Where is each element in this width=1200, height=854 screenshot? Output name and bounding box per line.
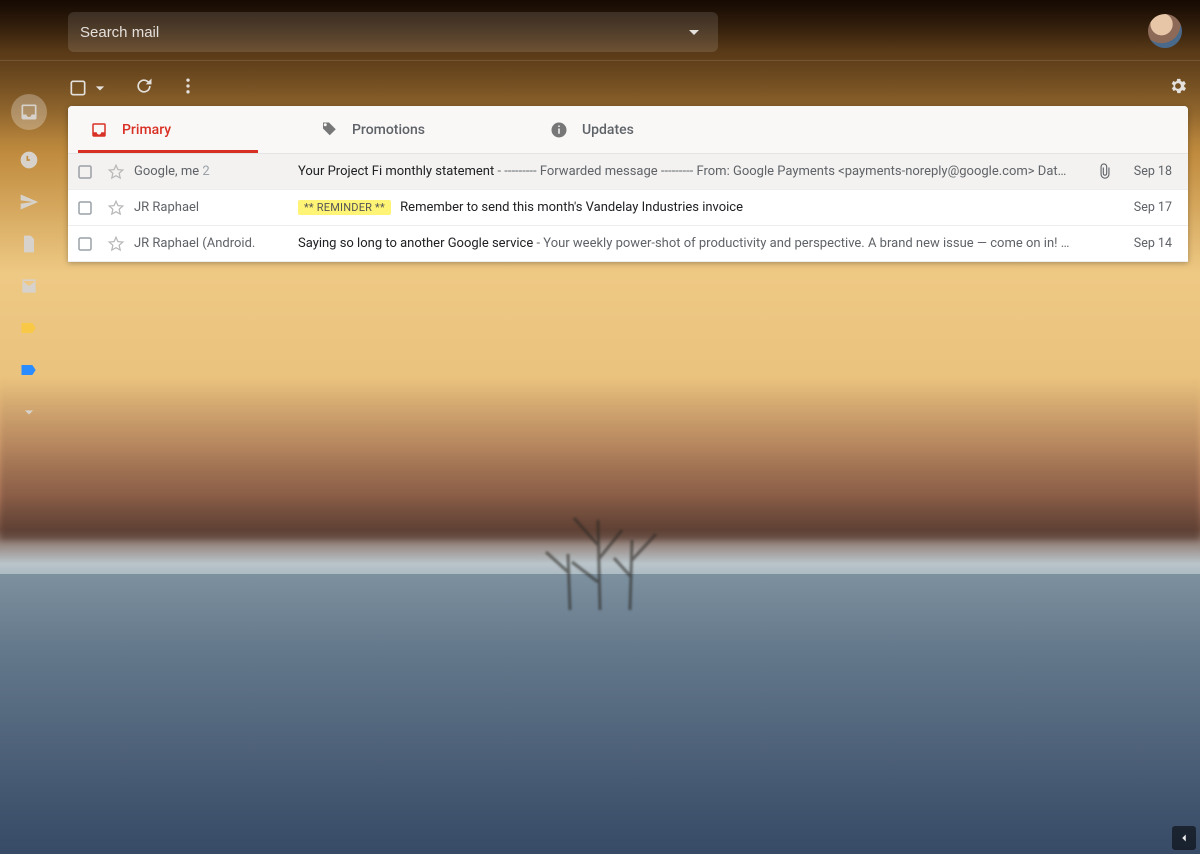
checkbox-icon <box>76 235 94 253</box>
nav-sent[interactable] <box>17 190 41 214</box>
row-star[interactable] <box>102 199 130 217</box>
attachment-icon <box>1096 163 1114 181</box>
message-row[interactable]: JR Raphael ** REMINDER ** Remember to se… <box>68 190 1188 226</box>
account-avatar[interactable] <box>1148 14 1182 48</box>
subject-text: Saying so long to another Google service <box>298 236 533 251</box>
header <box>68 12 1180 52</box>
row-star[interactable] <box>102 235 130 253</box>
nav-label-blue[interactable] <box>17 358 41 382</box>
tag-icon <box>320 121 338 139</box>
separator: - <box>533 236 543 251</box>
star-icon <box>107 199 125 217</box>
nav-label-yellow[interactable] <box>17 316 41 340</box>
mail-icon <box>19 276 39 296</box>
label-icon <box>19 318 39 338</box>
attachment-indicator <box>1090 163 1120 181</box>
row-checkbox[interactable] <box>68 235 102 253</box>
file-icon <box>19 234 39 254</box>
mail-pane: Primary Promotions Updates Google, me 2 … <box>68 106 1188 262</box>
settings-button[interactable] <box>1168 76 1188 100</box>
refresh-button[interactable] <box>134 76 154 100</box>
select-all-control[interactable] <box>68 78 110 98</box>
sender-text: Google, me <box>134 164 199 179</box>
row-content: ** REMINDER ** Remember to send this mon… <box>298 200 1090 215</box>
checkbox-icon <box>68 78 88 98</box>
caret-down-icon <box>90 78 110 98</box>
star-icon <box>107 235 125 253</box>
row-date: Sep 17 <box>1120 200 1172 215</box>
star-icon <box>107 163 125 181</box>
search-options-dropdown[interactable] <box>682 20 706 44</box>
row-content: Your Project Fi monthly statement - ----… <box>298 164 1090 179</box>
row-date: Sep 14 <box>1120 236 1172 251</box>
tab-label: Primary <box>122 122 171 138</box>
snippet-text: Your weekly power-shot of productivity a… <box>543 236 1069 251</box>
tab-label: Promotions <box>352 122 425 138</box>
background-foreground <box>0 574 1200 854</box>
tab-promotions[interactable]: Promotions <box>298 106 528 153</box>
inbox-icon <box>90 121 108 139</box>
nav-all-mail[interactable] <box>17 274 41 298</box>
background-trees <box>490 490 710 610</box>
send-icon <box>19 192 39 212</box>
row-sender: JR Raphael <box>130 200 298 215</box>
checkbox-icon <box>76 199 94 217</box>
snippet-text: --------- Forwarded message --------- Fr… <box>504 164 1066 179</box>
nav-more[interactable] <box>17 400 41 424</box>
sender-text: JR Raphael <box>134 200 199 215</box>
row-checkbox[interactable] <box>68 199 102 217</box>
row-content: Saying so long to another Google service… <box>298 236 1090 251</box>
header-divider <box>0 60 1200 61</box>
search-input[interactable] <box>80 24 682 41</box>
row-checkbox[interactable] <box>68 163 102 181</box>
message-row[interactable]: JR Raphael (Android. Saying so long to a… <box>68 226 1188 262</box>
more-vert-icon <box>178 76 198 96</box>
search-box[interactable] <box>68 12 718 52</box>
row-sender: Google, me 2 <box>130 164 298 179</box>
background-mountains <box>0 380 1200 540</box>
nav-inbox[interactable] <box>11 94 47 130</box>
row-sender: JR Raphael (Android. <box>130 236 298 251</box>
reminder-badge: ** REMINDER ** <box>298 200 391 215</box>
thread-count: 2 <box>202 164 209 179</box>
tab-primary[interactable]: Primary <box>68 106 298 153</box>
checkbox-icon <box>76 163 94 181</box>
row-date: Sep 18 <box>1120 164 1172 179</box>
separator: - <box>494 164 504 179</box>
nav-snoozed[interactable] <box>17 148 41 172</box>
expand-corner-button[interactable] <box>1172 826 1196 850</box>
inbox-icon <box>19 102 39 122</box>
clock-icon <box>19 150 39 170</box>
label-icon <box>19 360 39 380</box>
more-actions-button[interactable] <box>178 76 198 100</box>
list-toolbar <box>68 70 1188 106</box>
subject-text: Your Project Fi monthly statement <box>298 164 494 179</box>
tab-label: Updates <box>582 122 634 138</box>
info-icon <box>550 121 568 139</box>
left-nav-rail <box>0 100 58 424</box>
chevron-left-icon <box>1177 831 1191 845</box>
refresh-icon <box>134 76 154 96</box>
chevron-down-icon <box>19 402 39 422</box>
subject-text: Remember to send this month's Vandelay I… <box>400 200 743 215</box>
gear-icon <box>1168 76 1188 96</box>
message-list: Google, me 2 Your Project Fi monthly sta… <box>68 154 1188 262</box>
category-tabs: Primary Promotions Updates <box>68 106 1188 154</box>
tab-updates[interactable]: Updates <box>528 106 758 153</box>
sender-text: JR Raphael (Android. <box>134 236 255 251</box>
message-row[interactable]: Google, me 2 Your Project Fi monthly sta… <box>68 154 1188 190</box>
nav-drafts[interactable] <box>17 232 41 256</box>
row-star[interactable] <box>102 163 130 181</box>
caret-down-icon <box>682 20 706 44</box>
